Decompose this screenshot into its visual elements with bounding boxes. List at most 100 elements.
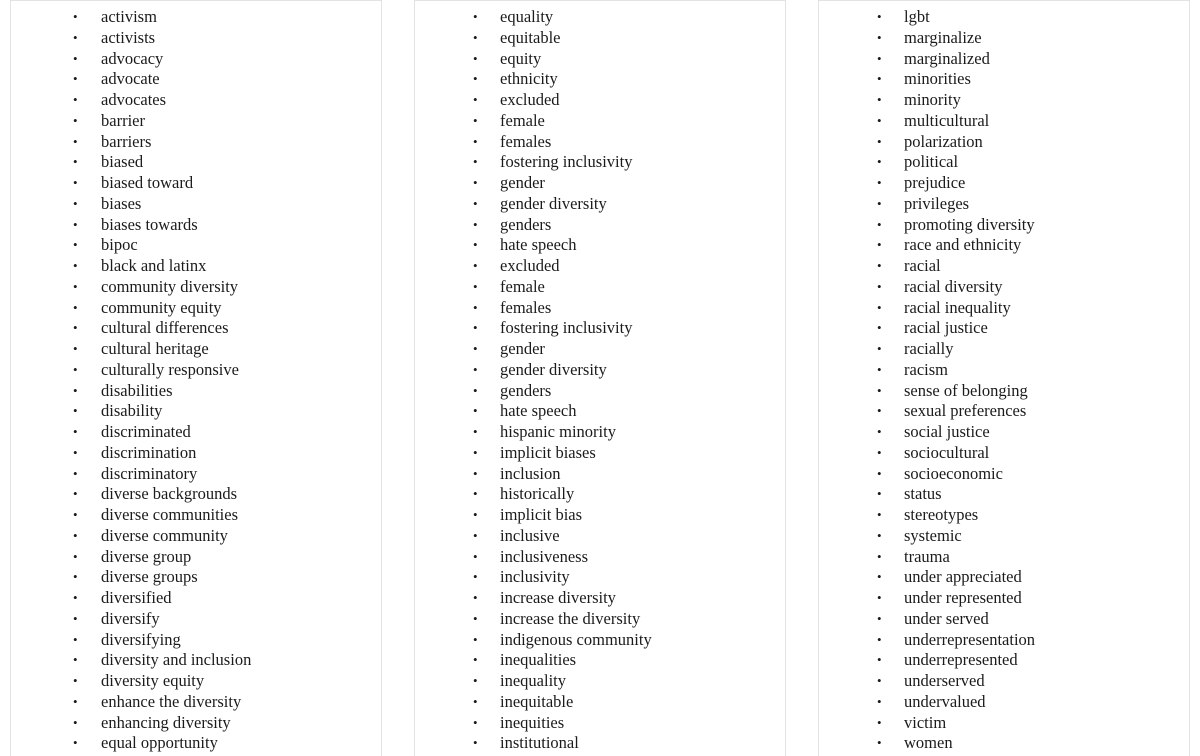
list-item[interactable]: diverse communities — [11, 505, 381, 526]
list-item[interactable]: minority — [819, 90, 1189, 111]
list-item[interactable]: hispanic minority — [415, 422, 785, 443]
list-item[interactable]: fostering inclusivity — [415, 318, 785, 339]
list-item[interactable]: under served — [819, 609, 1189, 630]
list-item[interactable]: diversifying — [11, 630, 381, 651]
list-item[interactable]: inclusive — [415, 526, 785, 547]
list-item[interactable]: female — [415, 111, 785, 132]
list-item[interactable]: marginalize — [819, 28, 1189, 49]
list-item[interactable]: under appreciated — [819, 567, 1189, 588]
list-item[interactable]: activism — [11, 7, 381, 28]
list-item[interactable]: underrepresented — [819, 650, 1189, 671]
list-item[interactable]: diversity and inclusion — [11, 650, 381, 671]
list-item[interactable]: black and latinx — [11, 256, 381, 277]
list-item[interactable]: racially — [819, 339, 1189, 360]
list-item[interactable]: sense of belonging — [819, 381, 1189, 402]
list-item[interactable]: females — [415, 298, 785, 319]
list-item[interactable]: polarization — [819, 132, 1189, 153]
list-item[interactable]: genders — [415, 381, 785, 402]
list-item[interactable]: privileges — [819, 194, 1189, 215]
list-item[interactable]: community equity — [11, 298, 381, 319]
list-item[interactable]: culturally responsive — [11, 360, 381, 381]
list-item[interactable]: hate speech — [415, 401, 785, 422]
list-item[interactable]: hate speech — [415, 235, 785, 256]
list-item[interactable]: advocate — [11, 69, 381, 90]
list-item[interactable]: women — [819, 733, 1189, 754]
list-item[interactable]: inequalities — [415, 650, 785, 671]
list-item[interactable]: activists — [11, 28, 381, 49]
term-list-panel-two[interactable]: equalityequitableequityethnicityexcluded… — [414, 0, 786, 756]
list-item[interactable]: inequities — [415, 713, 785, 734]
list-item[interactable]: equality — [415, 7, 785, 28]
list-item[interactable]: undervalued — [819, 692, 1189, 713]
list-item[interactable]: genders — [415, 215, 785, 236]
list-item[interactable]: racial inequality — [819, 298, 1189, 319]
list-item[interactable]: discriminated — [11, 422, 381, 443]
list-item[interactable]: gender diversity — [415, 194, 785, 215]
list-item[interactable]: racial diversity — [819, 277, 1189, 298]
list-item[interactable]: status — [819, 484, 1189, 505]
list-item[interactable]: advocates — [11, 90, 381, 111]
list-item[interactable]: inclusiveness — [415, 547, 785, 568]
list-item[interactable]: diversity equity — [11, 671, 381, 692]
term-list-panel-three[interactable]: lgbtmarginalizemarginalizedminoritiesmin… — [818, 0, 1190, 756]
list-item[interactable]: racial — [819, 256, 1189, 277]
list-item[interactable]: diversify — [11, 609, 381, 630]
list-item[interactable]: institutional — [415, 733, 785, 754]
list-item[interactable]: inclusivity — [415, 567, 785, 588]
list-item[interactable]: stereotypes — [819, 505, 1189, 526]
list-item[interactable]: racism — [819, 360, 1189, 381]
list-item[interactable]: biased toward — [11, 173, 381, 194]
list-item[interactable]: implicit biases — [415, 443, 785, 464]
list-item[interactable]: discrimination — [11, 443, 381, 464]
list-item[interactable]: victim — [819, 713, 1189, 734]
list-item[interactable]: minorities — [819, 69, 1189, 90]
list-item[interactable]: enhance the diversity — [11, 692, 381, 713]
list-item[interactable]: trauma — [819, 547, 1189, 568]
list-item[interactable]: underrepresentation — [819, 630, 1189, 651]
list-item[interactable]: female — [415, 277, 785, 298]
list-item[interactable]: historically — [415, 484, 785, 505]
list-item[interactable]: diversified — [11, 588, 381, 609]
list-item[interactable]: equity — [415, 49, 785, 70]
list-item[interactable]: inclusion — [415, 464, 785, 485]
list-item[interactable]: multicultural — [819, 111, 1189, 132]
term-list-panel-one[interactable]: activismactivistsadvocacyadvocateadvocat… — [10, 0, 382, 756]
list-item[interactable]: diverse group — [11, 547, 381, 568]
list-item[interactable]: enhancing diversity — [11, 713, 381, 734]
list-item[interactable]: diverse groups — [11, 567, 381, 588]
list-item[interactable]: females — [415, 132, 785, 153]
list-item[interactable]: cultural differences — [11, 318, 381, 339]
list-item[interactable]: fostering inclusivity — [415, 152, 785, 173]
list-item[interactable]: excluded — [415, 256, 785, 277]
list-item[interactable]: promoting diversity — [819, 215, 1189, 236]
list-item[interactable]: ethnicity — [415, 69, 785, 90]
list-item[interactable]: gender — [415, 173, 785, 194]
list-item[interactable]: increase diversity — [415, 588, 785, 609]
list-item[interactable]: discriminatory — [11, 464, 381, 485]
list-item[interactable]: excluded — [415, 90, 785, 111]
list-item[interactable]: advocacy — [11, 49, 381, 70]
list-item[interactable]: gender — [415, 339, 785, 360]
list-item[interactable]: underserved — [819, 671, 1189, 692]
list-item[interactable]: marginalized — [819, 49, 1189, 70]
list-item[interactable]: barriers — [11, 132, 381, 153]
list-item[interactable]: systemic — [819, 526, 1189, 547]
list-item[interactable]: biases — [11, 194, 381, 215]
list-item[interactable]: equal opportunity — [11, 733, 381, 754]
list-item[interactable]: biases towards — [11, 215, 381, 236]
list-item[interactable]: social justice — [819, 422, 1189, 443]
list-item[interactable]: gender diversity — [415, 360, 785, 381]
list-item[interactable]: racial justice — [819, 318, 1189, 339]
list-item[interactable]: race and ethnicity — [819, 235, 1189, 256]
list-item[interactable]: equitable — [415, 28, 785, 49]
list-item[interactable]: inequitable — [415, 692, 785, 713]
list-item[interactable]: sociocultural — [819, 443, 1189, 464]
list-item[interactable]: diverse community — [11, 526, 381, 547]
list-item[interactable]: biased — [11, 152, 381, 173]
list-item[interactable]: barrier — [11, 111, 381, 132]
list-item[interactable]: bipoc — [11, 235, 381, 256]
list-item[interactable]: disability — [11, 401, 381, 422]
list-item[interactable]: political — [819, 152, 1189, 173]
list-item[interactable]: increase the diversity — [415, 609, 785, 630]
list-item[interactable]: under represented — [819, 588, 1189, 609]
